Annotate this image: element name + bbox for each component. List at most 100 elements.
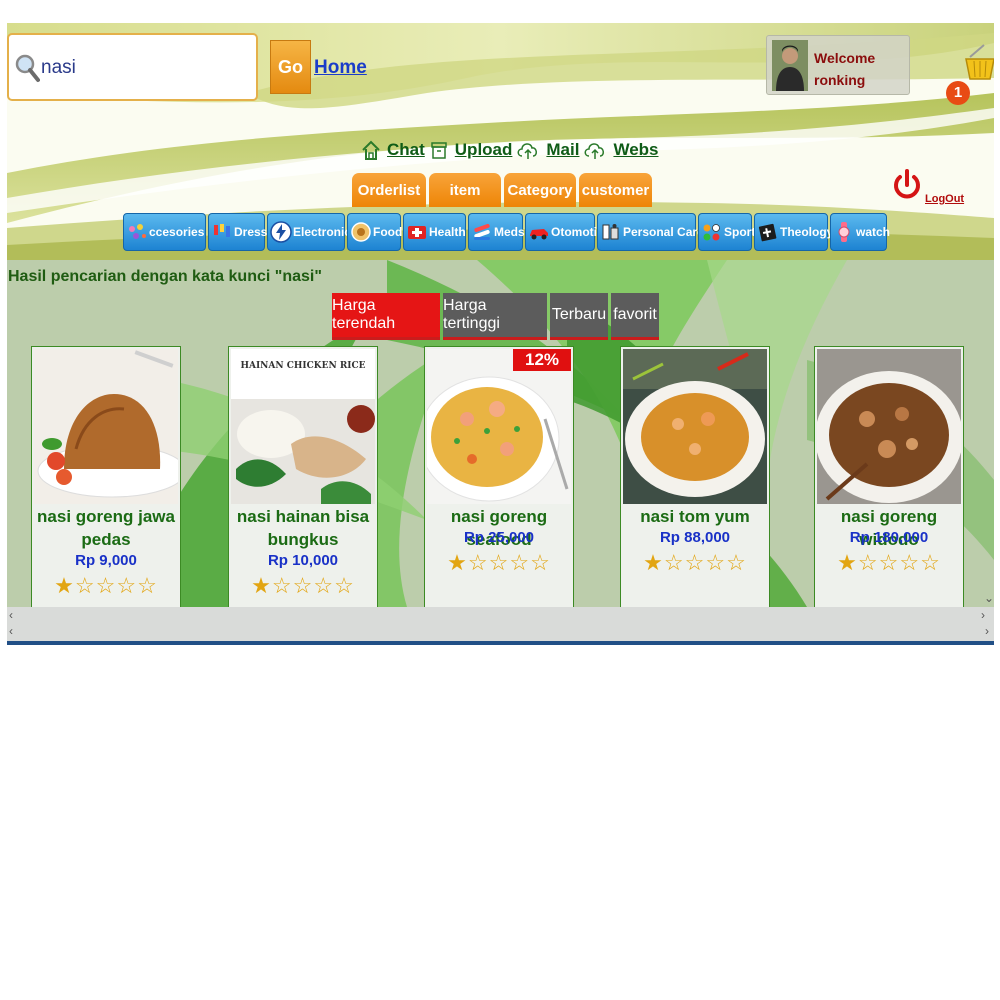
category-label: Theology [780,225,834,239]
search-icon [15,54,40,82]
category-bar: ccesories Dress Electronic Food Health M… [123,213,891,251]
scroll-left-arrow[interactable]: ‹ [9,624,13,638]
category-label: Personal Care [623,225,704,239]
star-empty-icon: ☆ [726,550,747,575]
sort-newest-button[interactable]: Terbaru [550,293,608,340]
first-aid-icon [408,226,426,239]
scroll-down-arrow[interactable]: ⌄ [984,591,994,605]
category-label: Electronic [293,225,352,239]
mail-link[interactable]: Mail [516,139,579,161]
search-results[interactable]: Hasil pencarian dengan kata kunci "nasi"… [7,260,994,607]
meds-icon [474,223,490,240]
category-health[interactable]: Health [403,213,466,251]
product-image[interactable] [817,349,961,504]
chat-link[interactable]: Chat [361,139,425,161]
product-price: Rp 10,000 [267,552,339,569]
product-price: Rp 9,000 [75,552,137,569]
category-sport[interactable]: Sport [698,213,756,251]
category-electronic[interactable]: Electronic [267,213,351,251]
browser-viewport: Go Home Welcome ronking 1 [7,23,994,645]
tab-customer[interactable]: customer [579,173,652,207]
scroll-right-arrow[interactable]: › [985,624,989,638]
star-filled-icon: ★ [251,573,272,598]
home-icon [362,140,380,160]
product-name[interactable]: nasi hainan bisa bungkus [229,505,377,551]
category-label: Meds [494,225,525,239]
bible-icon [758,223,777,242]
star-rating: ★☆☆☆☆ [32,573,180,599]
star-empty-icon: ☆ [663,550,685,575]
product-name[interactable]: nasi goreng jawa pedas [32,505,180,551]
category-theology[interactable]: Theology [754,213,833,251]
product-image[interactable] [623,349,767,504]
category-otomotif[interactable]: Otomotif [525,213,601,251]
category-meds[interactable]: Meds [468,213,525,251]
star-empty-icon: ☆ [467,550,489,575]
upload-link[interactable]: Upload [429,139,512,161]
go-button[interactable]: Go [270,40,311,94]
sort-bar: Harga terendah Harga tertinggi Terbaru f… [332,293,662,340]
star-empty-icon: ☆ [705,550,727,575]
tab-item[interactable]: item [429,173,501,207]
star-empty-icon: ☆ [95,573,117,598]
horizontal-scrollbar[interactable]: ‹ ‹ › › [7,607,994,641]
category-label: ccesories [149,225,205,239]
category-dress[interactable]: Dress [208,213,267,251]
logout-button[interactable]: LogOut [892,168,965,208]
sort-favorite-button[interactable]: favorit [611,293,659,340]
home-link[interactable]: Home [314,57,367,79]
webs-link-label: Webs [613,140,659,159]
star-empty-icon: ☆ [334,573,355,598]
top-links: Chat Upload Mail Webs [361,137,663,163]
star-empty-icon: ☆ [313,573,335,598]
webs-link[interactable]: Webs [583,139,659,161]
star-empty-icon: ☆ [271,573,293,598]
product-image[interactable]: HAINAN CHICKEN RICE [231,349,375,504]
avatar [772,40,808,91]
welcome-text: Welcome ronking [814,47,875,91]
scroll-left-arrow[interactable]: ‹ [9,608,13,622]
shopping-basket-icon[interactable] [964,43,994,83]
welcome-label: Welcome [814,50,876,66]
archive-box-icon [431,142,447,159]
star-rating: ★☆☆☆☆ [815,550,963,576]
category-accessories[interactable]: ccesories [123,213,206,251]
product-image[interactable]: 12% [427,349,571,504]
product-price: Rp 25,000 [463,529,535,546]
star-empty-icon: ☆ [899,550,921,575]
category-food[interactable]: Food [347,213,403,251]
product-card[interactable]: nasi tom yum Rp 88,000 ★☆☆☆☆ [620,346,770,607]
star-filled-icon: ★ [54,573,75,598]
personal-care-icon [602,224,619,240]
logout-label: LogOut [925,193,965,205]
sort-highest-price-button[interactable]: Harga tertinggi [443,293,547,340]
star-empty-icon: ☆ [530,550,551,575]
sort-lowest-price-button[interactable]: Harga terendah [332,293,440,340]
tab-category[interactable]: Category [504,173,576,207]
category-label: Health [429,225,466,239]
search-input[interactable] [41,53,251,83]
admin-tabs: Orderlist item Category customer [352,173,655,207]
category-label: Food [373,225,403,239]
tab-orderlist[interactable]: Orderlist [352,173,426,207]
product-card[interactable]: HAINAN CHICKEN RICE nasi hainan bisa bun… [228,346,378,607]
lightning-icon [270,221,292,243]
product-card[interactable]: nasi goreng widodo Rp 180,000 ★☆☆☆☆ [814,346,964,607]
product-image[interactable] [34,349,178,504]
scroll-right-arrow[interactable]: › [981,608,985,622]
category-personal-care[interactable]: Personal Care [597,213,704,251]
category-watch[interactable]: watch [830,213,891,251]
star-filled-icon: ★ [447,550,468,575]
watch-icon [838,222,850,242]
product-card[interactable]: 12% nasi goreng seafood Rp 25,000 ★☆☆☆☆ [424,346,574,607]
category-label: Sport [724,225,756,239]
star-empty-icon: ☆ [74,573,96,598]
username: ronking [814,72,866,88]
user-welcome-box[interactable]: Welcome ronking [766,35,910,95]
category-label: watch [856,225,891,239]
product-name[interactable]: nasi tom yum [621,505,769,528]
search-result-title: Hasil pencarian dengan kata kunci "nasi" [8,268,322,285]
product-card[interactable]: nasi goreng jawa pedas Rp 9,000 ★☆☆☆☆ [31,346,181,607]
star-empty-icon: ☆ [488,550,510,575]
power-icon [894,169,920,199]
